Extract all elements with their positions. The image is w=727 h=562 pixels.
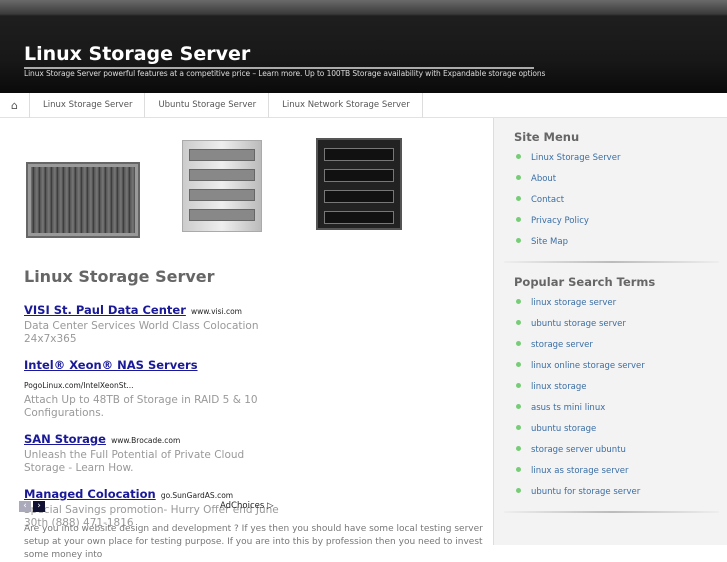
adchoices-link[interactable]: AdChoices ▷ xyxy=(220,501,274,511)
page-title: Linux Storage Server xyxy=(24,267,215,286)
ad-item: Intel® Xeon® NAS Servers PogoLinux.com/I… xyxy=(24,354,284,420)
sidebar-divider xyxy=(504,511,719,513)
site-menu-list: Linux Storage Server About Contact Priva… xyxy=(516,150,727,255)
rack-server-image xyxy=(26,162,140,238)
ad-desc: Data Center Services World Class Colocat… xyxy=(24,320,259,345)
search-term-link[interactable]: linux online storage server xyxy=(516,358,727,379)
menu-item-site-map[interactable]: Site Map xyxy=(516,234,727,255)
search-term-link[interactable]: asus ts mini linux xyxy=(516,400,727,421)
ad-url[interactable]: www.Brocade.com xyxy=(111,436,180,445)
site-tagline: Linux Storage Server powerful features a… xyxy=(24,69,546,78)
black-tower-server-image xyxy=(316,138,402,230)
nav-item-linux-network-storage-server[interactable]: Linux Network Storage Server xyxy=(269,92,423,118)
site-title[interactable]: Linux Storage Server xyxy=(24,43,250,65)
silver-tower-server-image xyxy=(182,140,262,232)
search-terms-list: linux storage server ubuntu storage serv… xyxy=(516,295,727,505)
ad-url[interactable]: PogoLinux.com/IntelXeonSt... xyxy=(24,381,134,390)
menu-item-about[interactable]: About xyxy=(516,171,727,192)
menu-item-contact[interactable]: Contact xyxy=(516,192,727,213)
nav-item-ubuntu-storage-server[interactable]: Ubuntu Storage Server xyxy=(145,92,270,118)
menu-item-linux-storage-server[interactable]: Linux Storage Server xyxy=(516,150,727,171)
ad-item: VISI St. Paul Data Center www.visi.com Da… xyxy=(24,299,284,346)
site-header: Linux Storage Server Linux Storage Serve… xyxy=(0,0,727,93)
ad-desc: Attach Up to 48TB of Storage in RAID 5 &… xyxy=(24,394,258,419)
search-term-link[interactable]: linux storage xyxy=(516,379,727,400)
article-text: Are you into website design and developm… xyxy=(24,524,483,560)
home-icon[interactable]: ⌂ xyxy=(0,92,30,118)
main-nav: ⌂ Linux Storage Server Ubuntu Storage Se… xyxy=(0,92,727,118)
ad-url[interactable]: go.SunGardAS.com xyxy=(161,491,233,500)
search-terms-title: Popular Search Terms xyxy=(514,275,656,289)
ad-prev-button[interactable]: ‹ xyxy=(19,501,31,512)
search-term-link[interactable]: ubuntu for storage server xyxy=(516,484,727,505)
ad-url[interactable]: www.visi.com xyxy=(191,307,242,316)
ad-item: SAN Storage www.Brocade.com Unleash the F… xyxy=(24,428,284,475)
menu-item-privacy-policy[interactable]: Privacy Policy xyxy=(516,213,727,234)
search-term-link[interactable]: storage server ubuntu xyxy=(516,442,727,463)
nav-item-linux-storage-server[interactable]: Linux Storage Server xyxy=(30,92,146,118)
search-term-link[interactable]: ubuntu storage xyxy=(516,421,727,442)
ad-desc: Unleash the Full Potential of Private Cl… xyxy=(24,449,245,474)
ad-title[interactable]: Managed Colocation xyxy=(24,487,156,501)
ad-title[interactable]: VISI St. Paul Data Center xyxy=(24,303,186,317)
search-term-link[interactable]: ubuntu storage server xyxy=(516,316,727,337)
site-menu-title: Site Menu xyxy=(514,130,580,144)
sidebar-divider xyxy=(504,261,719,263)
search-term-link[interactable]: linux storage server xyxy=(516,295,727,316)
ad-title[interactable]: SAN Storage xyxy=(24,432,106,446)
search-term-link[interactable]: storage server xyxy=(516,337,727,358)
ad-title[interactable]: Intel® Xeon® NAS Servers xyxy=(24,358,198,372)
sidebar: Site Menu Linux Storage Server About Con… xyxy=(493,118,727,545)
ad-next-button[interactable]: › xyxy=(33,501,45,512)
search-term-link[interactable]: linux as storage server xyxy=(516,463,727,484)
